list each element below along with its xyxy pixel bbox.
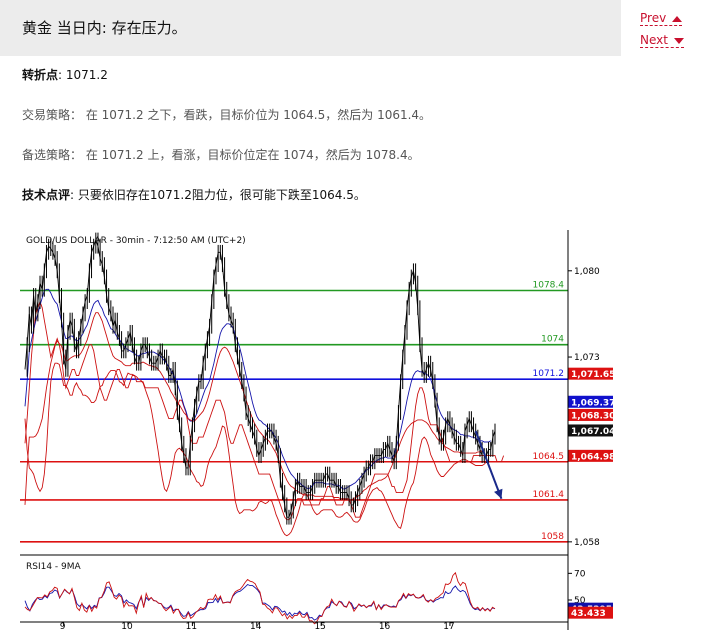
rsi-title: RSI14 - 9MA (26, 562, 82, 572)
comment-text: : 只要依旧存在1071.2阻力位，很可能下跌至1064.5。 (70, 188, 366, 202)
pivot-label: 转折点 (22, 68, 59, 82)
next-label[interactable]: Next (640, 33, 668, 47)
strategy-text: ： 在 1071.2 之下，看跌，目标价位为 1064.5，然后为 1061.4… (70, 108, 432, 122)
page-title: 黄金 当日内: 存在压力。 (22, 19, 187, 37)
level-label-3: 1064.5 (533, 452, 565, 462)
x-tick-label-3: 14 (250, 622, 262, 630)
x-tick-label-1: 10 (121, 622, 133, 630)
level-label-4: 1061.4 (533, 490, 565, 500)
price-tag-label-0: 1,071.65 (571, 370, 615, 380)
alternative-label: 备选策略 (22, 148, 71, 162)
rsi-tag-label-1: 43.433 (571, 609, 606, 619)
next-link[interactable]: Next (640, 33, 684, 48)
level-label-5: 1058 (541, 532, 564, 542)
strategy-label: 交易策略 (22, 108, 71, 122)
level-label-0: 1078.4 (533, 281, 565, 291)
y-tick-label-0: 1,058 (574, 538, 600, 548)
pivot-value: : 1071.2 (58, 68, 108, 82)
chart-title: GOLD/US DOLLAR - 30min - 7:12:50 AM (UTC… (26, 236, 246, 246)
comment-line: 技术点评: 只要依旧存在1071.2阻力位，很可能下跌至1064.5。 (22, 186, 366, 203)
comment-label: 技术点评 (22, 188, 71, 202)
pivot-line: 转折点: 1071.2 (22, 66, 108, 83)
prev-label[interactable]: Prev (640, 11, 666, 25)
page-header: 黄金 当日内: 存在压力。 (0, 0, 621, 56)
alternative-text: ： 在 1071.2 上，看涨，目标价位定在 1074，然后为 1078.4。 (70, 148, 420, 162)
x-tick-label-2: 11 (186, 622, 197, 630)
y-tick-label-1: 1,073 (574, 353, 600, 363)
rsi-y-tick-label-1: 70 (574, 569, 586, 579)
x-tick-label-5: 16 (379, 622, 391, 630)
triangle-up-icon (672, 15, 683, 22)
price-tag-label-3: 1,067.04 (571, 427, 615, 437)
y-tick-label-2: 1,080 (574, 267, 600, 277)
prev-link[interactable]: Prev (640, 11, 683, 26)
price-tag-label-1: 1,069.37 (571, 398, 615, 408)
chart-area: GOLD/US DOLLAR - 30min - 7:12:50 AM (UTC… (20, 230, 620, 634)
x-tick-label-6: 17 (443, 622, 454, 630)
x-tick-label-0: 9 (60, 622, 66, 630)
level-label-1: 1074 (541, 335, 564, 345)
strategy-line: 交易策略： 在 1071.2 之下，看跌，目标价位为 1064.5，然后为 10… (22, 106, 431, 123)
level-label-2: 1071.2 (533, 369, 565, 379)
alternative-line: 备选策略： 在 1071.2 上，看涨，目标价位定在 1074，然后为 1078… (22, 146, 420, 163)
price-tag-label-2: 1,068.30 (571, 411, 615, 421)
price-tag-label-4: 1,064.98 (571, 452, 615, 462)
triangle-down-icon (673, 37, 684, 44)
gold-chart-svg: GOLD/US DOLLAR - 30min - 7:12:50 AM (UTC… (20, 230, 615, 632)
x-tick-label-4: 15 (314, 622, 325, 630)
